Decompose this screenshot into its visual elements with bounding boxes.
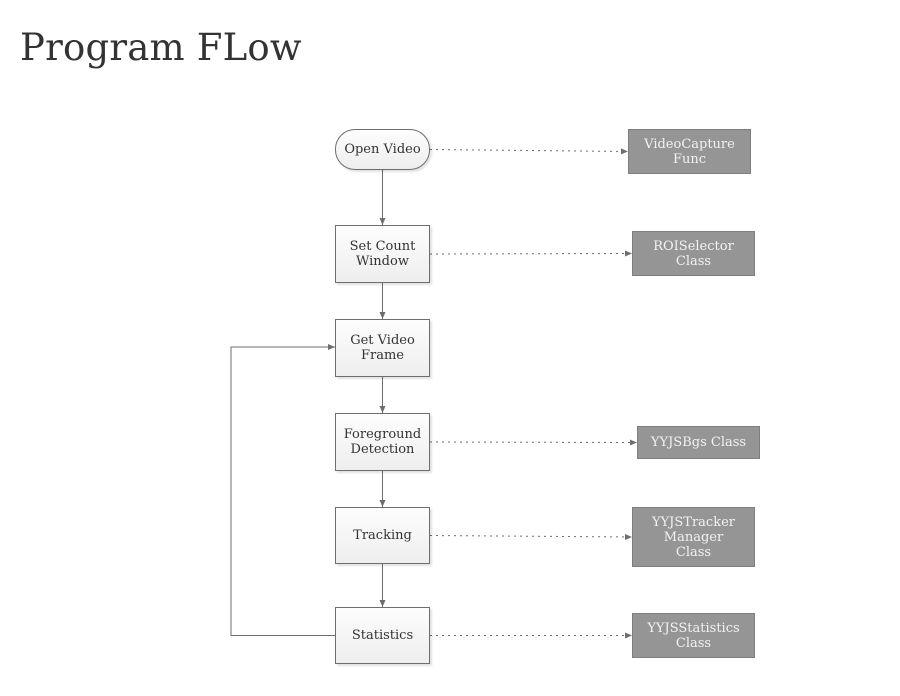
class-node-yyjstracker-manager-class: YYJSTracker Manager Class [632, 507, 755, 567]
flow-node-tracking: Tracking [335, 507, 430, 564]
edge-statistics-to-get-video-frame [230, 344, 335, 636]
edge-open-video-to-videocapture-func [429, 148, 629, 155]
class-node-yyjsstatistics-class: YYJSStatistics Class [632, 613, 755, 658]
edge-foreground-detection-to-yyjsbgs-class [429, 439, 638, 446]
flow-node-open-video: Open Video [335, 129, 430, 170]
edge-set-count-window-to-roiselector-class [429, 250, 633, 257]
class-node-videocapture-func: VideoCapture Func [628, 129, 751, 174]
edges-layer [230, 148, 638, 639]
flow-node-statistics: Statistics [335, 607, 430, 664]
flow-node-foreground-detection: Foreground Detection [335, 413, 430, 471]
class-node-yyjsbgs-class: YYJSBgs Class [637, 426, 760, 459]
flow-node-set-count-window: Set Count Window [335, 225, 430, 283]
flow-node-get-video-frame: Get Video Frame [335, 319, 430, 377]
edge-tracking-to-yyjstracker-manager-class [429, 533, 633, 540]
class-node-roiselector-class: ROISelector Class [632, 231, 755, 276]
